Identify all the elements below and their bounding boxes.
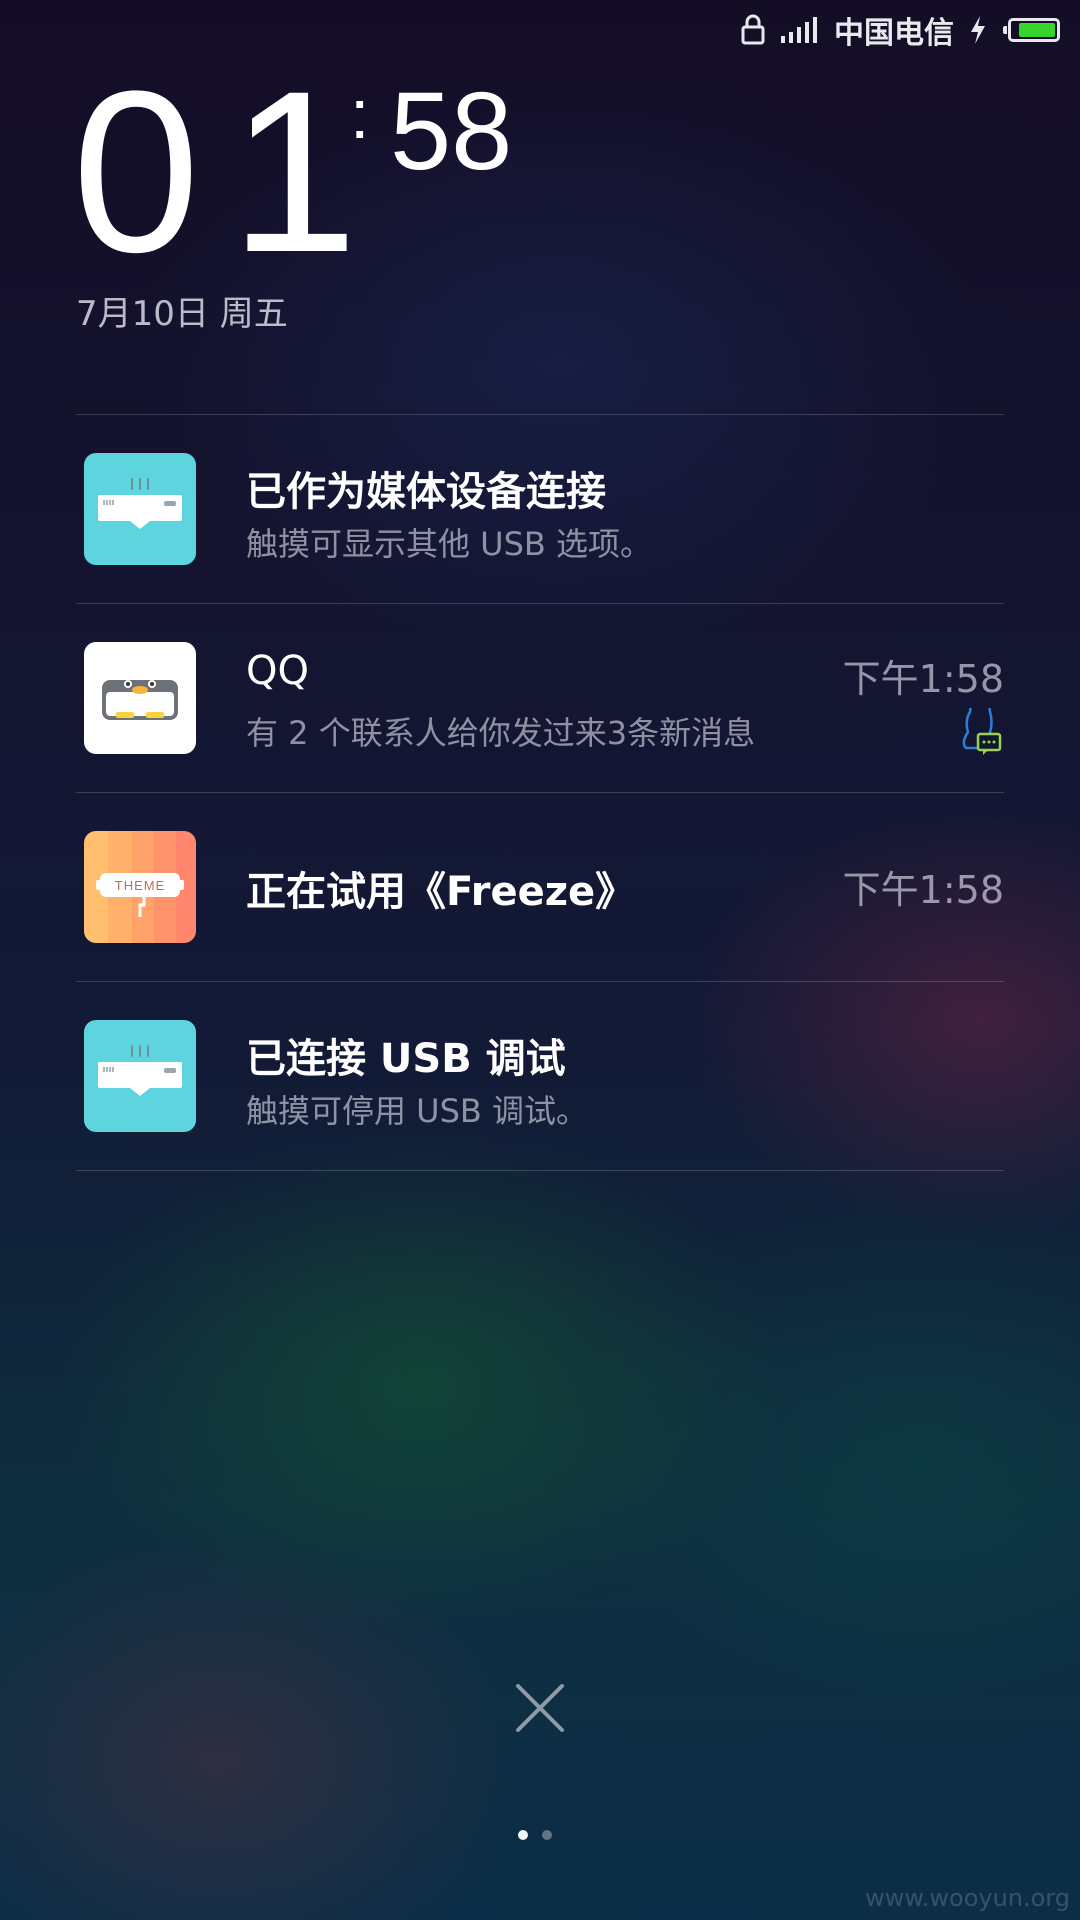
status-icons: 中国电信 — [740, 10, 1060, 51]
qq-icon — [84, 642, 196, 754]
clock-minutes: 58 — [390, 70, 513, 193]
notification-usb-media[interactable]: 已作为媒体设备连接 触摸可显示其他 USB 选项。 — [76, 415, 1004, 604]
clock-date: 7月10日 周五 — [76, 294, 288, 334]
watermark: www.wooyun.org — [865, 1884, 1070, 1912]
theme-icon-label: THEME — [114, 878, 166, 893]
clock-colon: : — [350, 75, 370, 153]
carrier-name: 中国电信 — [834, 16, 954, 51]
notification-title: 已连接 USB 调试 — [246, 1036, 566, 1082]
page-indicator — [518, 1830, 552, 1840]
notification-title: QQ — [246, 648, 309, 694]
notification-usb-debug[interactable]: 已连接 USB 调试 触摸可停用 USB 调试。 — [76, 982, 1004, 1171]
usb-debug-icon — [84, 1020, 196, 1132]
battery-icon — [1003, 18, 1060, 42]
notification-qq[interactable]: QQ 有 2 个联系人给你发过来3条新消息 下午1:58 — [76, 604, 1004, 793]
battery-level — [1019, 23, 1055, 37]
notification-time: 下午1:58 — [842, 657, 1004, 701]
signal-icon — [781, 17, 817, 43]
qq-message-badge-icon — [962, 708, 1002, 755]
lock-icon — [741, 14, 765, 45]
close-icon[interactable] — [512, 1680, 568, 1736]
theme-icon: THEME — [84, 831, 196, 943]
lockscreen-clock: 01 : 58 — [72, 43, 592, 300]
notification-theme[interactable]: THEME 正在试用《Freeze》 下午1:58 — [76, 793, 1004, 982]
page-dot — [542, 1830, 552, 1840]
notification-title: 已作为媒体设备连接 — [246, 469, 606, 515]
usb-connection-icon — [84, 453, 196, 565]
notification-list: 已作为媒体设备连接 触摸可显示其他 USB 选项。 QQ 有 2 个联系人给你发… — [76, 414, 1004, 1171]
notification-subtitle: 触摸可显示其他 USB 选项。 — [246, 525, 653, 563]
notification-time: 下午1:58 — [842, 868, 1004, 912]
clock-hours: 01 — [72, 43, 388, 300]
notification-title: 正在试用《Freeze》 — [246, 869, 636, 915]
notification-subtitle: 触摸可停用 USB 调试。 — [246, 1092, 589, 1130]
notification-subtitle: 有 2 个联系人给你发过来3条新消息 — [246, 714, 756, 752]
page-dot — [518, 1830, 528, 1840]
charging-icon — [971, 16, 985, 44]
